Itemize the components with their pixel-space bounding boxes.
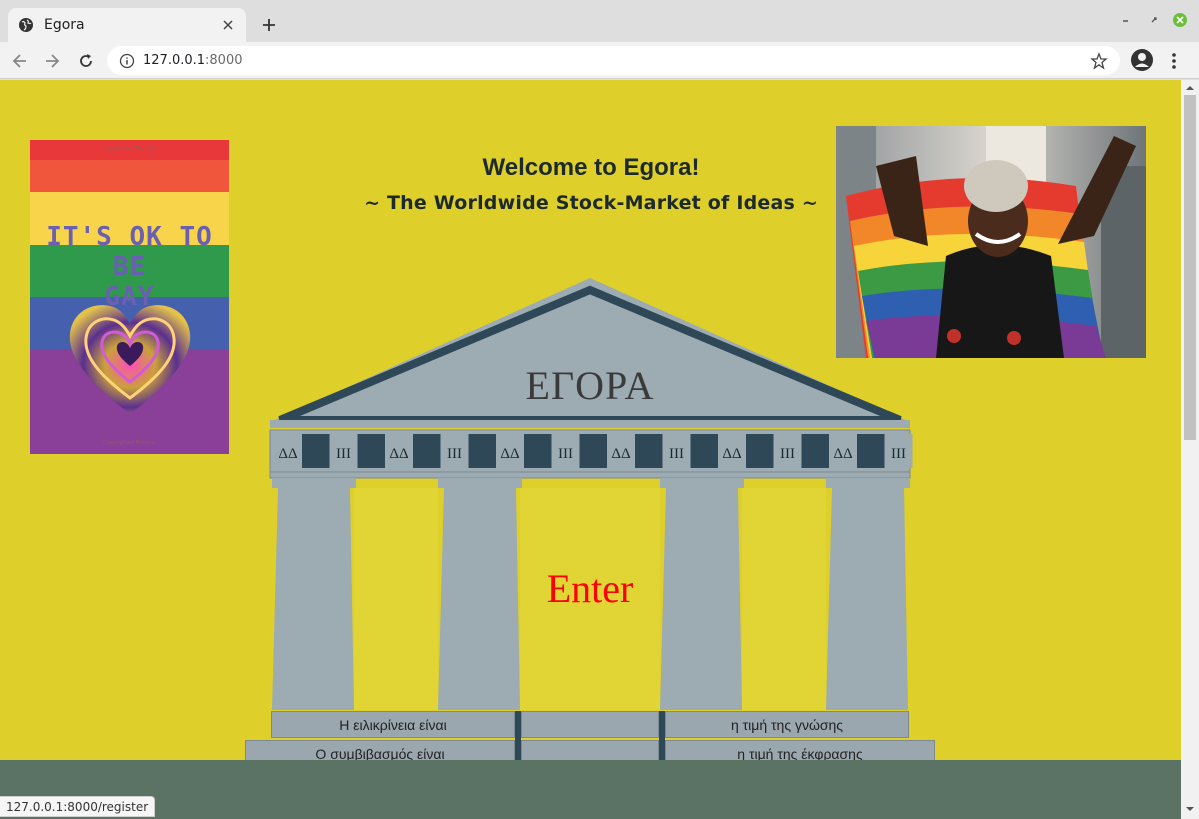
enter-link[interactable]: Enter	[490, 565, 690, 612]
new-tab-button[interactable]	[258, 14, 280, 36]
tab-strip: Egora	[0, 0, 1199, 42]
frieze-block	[302, 434, 330, 468]
browser-toolbar: 127.0.0.1:8000	[0, 42, 1199, 79]
url-host: 127.0.0.1	[143, 53, 206, 68]
frieze-block	[413, 434, 441, 468]
frieze-cells: ΔΔ III ΔΔ III ΔΔ III ΔΔ III ΔΔ III ΔΔ III	[274, 434, 913, 468]
info-icon[interactable]	[119, 53, 135, 69]
scrollbar-thumb[interactable]	[1184, 95, 1196, 440]
forward-button[interactable]	[40, 49, 64, 73]
frieze-block	[635, 434, 663, 468]
step-right-top: η τιμή της γνώσης	[665, 711, 909, 738]
reload-icon	[80, 54, 92, 67]
back-arrow-icon	[12, 54, 26, 68]
globe-icon	[19, 18, 33, 32]
window-close-button[interactable]	[1172, 12, 1188, 28]
forward-arrow-icon	[46, 54, 60, 68]
tab-title: Egora	[44, 17, 85, 33]
frieze-block	[746, 434, 774, 468]
close-icon	[1173, 13, 1187, 27]
url-port: :8000	[205, 53, 243, 68]
address-bar[interactable]: 127.0.0.1:8000	[107, 46, 1120, 75]
minimize-icon	[1123, 20, 1128, 22]
page-headline: Welcome to Egora!	[482, 154, 700, 181]
temple-illustration: ΔΔ III ΔΔ III ΔΔ III ΔΔ III ΔΔ III ΔΔ III	[269, 278, 913, 710]
step-left-top: Η ειλικρίνεια είναι	[271, 711, 515, 738]
step-center-top	[521, 711, 659, 738]
ground-strip	[0, 760, 1181, 819]
frieze-block	[801, 434, 829, 468]
frieze-block	[857, 434, 885, 468]
frieze-block	[468, 434, 496, 468]
frieze-glyph: III	[780, 446, 795, 462]
frieze-glyph: ΔΔ	[611, 446, 631, 462]
frieze-block	[579, 434, 607, 468]
scroll-down-icon[interactable]	[1185, 804, 1195, 814]
poster-copyright-bottom: Copyrighted Material	[103, 440, 156, 446]
frieze-block	[357, 434, 385, 468]
frieze-glyph: III	[336, 446, 351, 462]
heart-icon	[69, 305, 191, 414]
plus-icon	[263, 19, 275, 31]
frieze-glyph: III	[669, 446, 684, 462]
frieze-glyph: III	[558, 446, 573, 462]
frieze-glyph: ΔΔ	[722, 446, 742, 462]
close-icon[interactable]	[220, 17, 236, 33]
pride-poster-image: Copyrighted Material IT'S OK TO BE GAY C…	[30, 140, 229, 454]
browser-tab[interactable]: Egora	[8, 8, 246, 42]
vertical-scrollbar[interactable]	[1181, 80, 1199, 819]
frieze-block	[690, 434, 718, 468]
reload-button[interactable]	[74, 49, 98, 73]
frieze-block	[524, 434, 552, 468]
account-icon[interactable]	[1130, 48, 1154, 72]
temple-title: ΕΓΟΡΑ	[525, 363, 655, 408]
frieze-glyph: ΔΔ	[500, 446, 520, 462]
back-button[interactable]	[8, 49, 32, 73]
page-subheadline: ~ The Worldwide Stock-Market of Ideas ~	[364, 192, 818, 214]
poster-copyright-top: Copyrighted Material	[103, 146, 156, 152]
frieze-glyph: III	[447, 446, 462, 462]
frieze-glyph: ΔΔ	[389, 446, 409, 462]
page-viewport: Welcome to Egora! ~ The Worldwide Stock-…	[0, 80, 1181, 819]
minimize-button[interactable]	[1118, 12, 1134, 28]
status-url-bubble: 127.0.0.1:8000/register	[0, 796, 156, 817]
frieze-glyph: III	[891, 446, 906, 462]
url-text: 127.0.0.1:8000	[143, 53, 1090, 68]
star-icon[interactable]	[1090, 51, 1108, 70]
kebab-menu-icon[interactable]	[1166, 50, 1182, 72]
scroll-up-icon[interactable]	[1185, 83, 1195, 93]
restore-button[interactable]	[1146, 12, 1162, 28]
frieze-glyph: ΔΔ	[833, 446, 853, 462]
poster-slogan-line1: IT'S OK TO BE	[46, 222, 213, 282]
restore-icon	[1151, 17, 1157, 23]
frieze-glyph: ΔΔ	[278, 446, 298, 462]
